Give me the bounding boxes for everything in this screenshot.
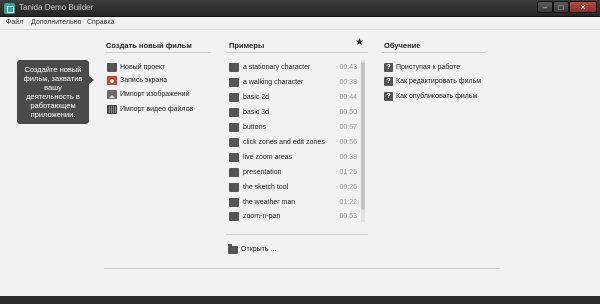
example-label: click zones and edit zones <box>243 139 325 146</box>
example-duration: 00:57 <box>339 124 357 131</box>
example-item[interactable]: the weather man 01:22 <box>229 197 357 209</box>
movie-icon <box>229 63 239 72</box>
create-section-title: Создать новый фильм <box>106 41 192 50</box>
import-images-label: Импорт изображений <box>120 91 190 98</box>
window-bottom-edge <box>0 296 600 304</box>
example-label: presentation <box>243 169 282 176</box>
maximize-button[interactable]: □ <box>553 1 569 13</box>
open-label: Открыть ... <box>241 246 277 253</box>
examples-section-title: Примеры <box>229 41 265 50</box>
film-icon <box>107 105 117 114</box>
image-icon <box>107 90 117 99</box>
example-duration: 00:38 <box>339 154 357 161</box>
example-label: the sketch tool <box>243 184 289 191</box>
example-label: buttons <box>243 124 266 131</box>
example-label: basic 2d <box>243 94 270 101</box>
example-duration: 00:50 <box>339 109 357 116</box>
example-duration: 01:25 <box>339 169 357 176</box>
example-item[interactable]: presentation 01:25 <box>229 167 357 179</box>
movie-icon <box>229 78 239 87</box>
movie-icon <box>229 108 239 117</box>
example-duration: 00:56 <box>339 139 357 146</box>
scrollbar-thumb[interactable] <box>361 62 365 210</box>
movie-icon <box>229 198 239 207</box>
examples-bottom-divider <box>226 234 368 235</box>
title-bar: Tanida Demo Builder – □ ✕ <box>0 0 600 17</box>
record-icon <box>107 76 117 85</box>
example-label: a stationary character <box>243 64 311 71</box>
movie-icon <box>229 168 239 177</box>
example-item[interactable]: a stationary character 00:43 <box>229 62 357 74</box>
help-icon: ? <box>384 63 393 72</box>
example-item[interactable]: click zones and edit zones 00:56 <box>229 137 357 149</box>
help-icon: ? <box>384 77 393 86</box>
movie-icon <box>229 212 239 221</box>
hint-tooltip: Создайте новый фильм, захватив вашу деят… <box>17 60 94 124</box>
tutorial-label: Как опубликовать фильм <box>396 93 478 100</box>
footer-divider <box>104 268 500 269</box>
example-item[interactable]: zoom-n-pan 00:53 <box>229 211 357 223</box>
window-title: Tanida Demo Builder <box>19 3 94 12</box>
tutorial-label: Приступая к работе <box>396 64 461 71</box>
new-project-icon <box>107 63 117 72</box>
example-label: live zoom areas <box>243 154 293 161</box>
record-screen-label: Запись экрана <box>120 77 168 84</box>
movie-icon <box>229 153 239 162</box>
movie-icon <box>229 123 239 132</box>
example-duration: 00:53 <box>339 213 357 220</box>
new-project-label: Новый проект <box>120 64 166 71</box>
example-label: a walking character <box>243 79 304 86</box>
example-item[interactable]: buttons 00:57 <box>229 122 357 134</box>
movie-icon <box>229 93 239 102</box>
example-duration: 00:44 <box>339 94 357 101</box>
app-icon <box>4 3 15 14</box>
tutorials-section-title: Обучение <box>384 41 421 50</box>
example-duration: 00:43 <box>339 64 357 71</box>
example-duration: 01:22 <box>339 199 357 206</box>
example-item[interactable]: basic 2d 00:44 <box>229 92 357 104</box>
example-duration: 00:26 <box>339 184 357 191</box>
movie-icon <box>229 183 239 192</box>
example-item[interactable]: a walking character 00:38 <box>229 77 357 89</box>
example-label: the weather man <box>243 199 296 206</box>
folder-icon <box>228 244 238 254</box>
example-item[interactable]: the sketch tool 00:26 <box>229 182 357 194</box>
menu-bar: Файл Дополнительно Справка <box>0 17 600 30</box>
minimize-button[interactable]: – <box>537 1 553 13</box>
example-label: zoom-n-pan <box>243 213 281 220</box>
movie-icon <box>229 138 239 147</box>
tutorials-divider <box>382 52 486 53</box>
menu-advanced[interactable]: Дополнительно <box>31 19 81 26</box>
example-label: basic 3d <box>243 109 270 116</box>
menu-help[interactable]: Справка <box>87 19 114 26</box>
star-icon[interactable]: ★ <box>355 37 364 48</box>
close-button[interactable]: ✕ <box>569 1 597 13</box>
example-item[interactable]: basic 3d 00:50 <box>229 107 357 119</box>
tutorial-label: Как редактировать фильм <box>396 78 482 85</box>
create-divider <box>105 52 211 53</box>
example-item[interactable]: live zoom areas 00:38 <box>229 152 357 164</box>
example-duration: 00:38 <box>339 79 357 86</box>
examples-divider <box>226 52 368 53</box>
menu-file[interactable]: Файл <box>6 19 23 26</box>
help-icon: ? <box>384 92 393 101</box>
import-video-label: Импорт видео файлов <box>120 106 194 113</box>
